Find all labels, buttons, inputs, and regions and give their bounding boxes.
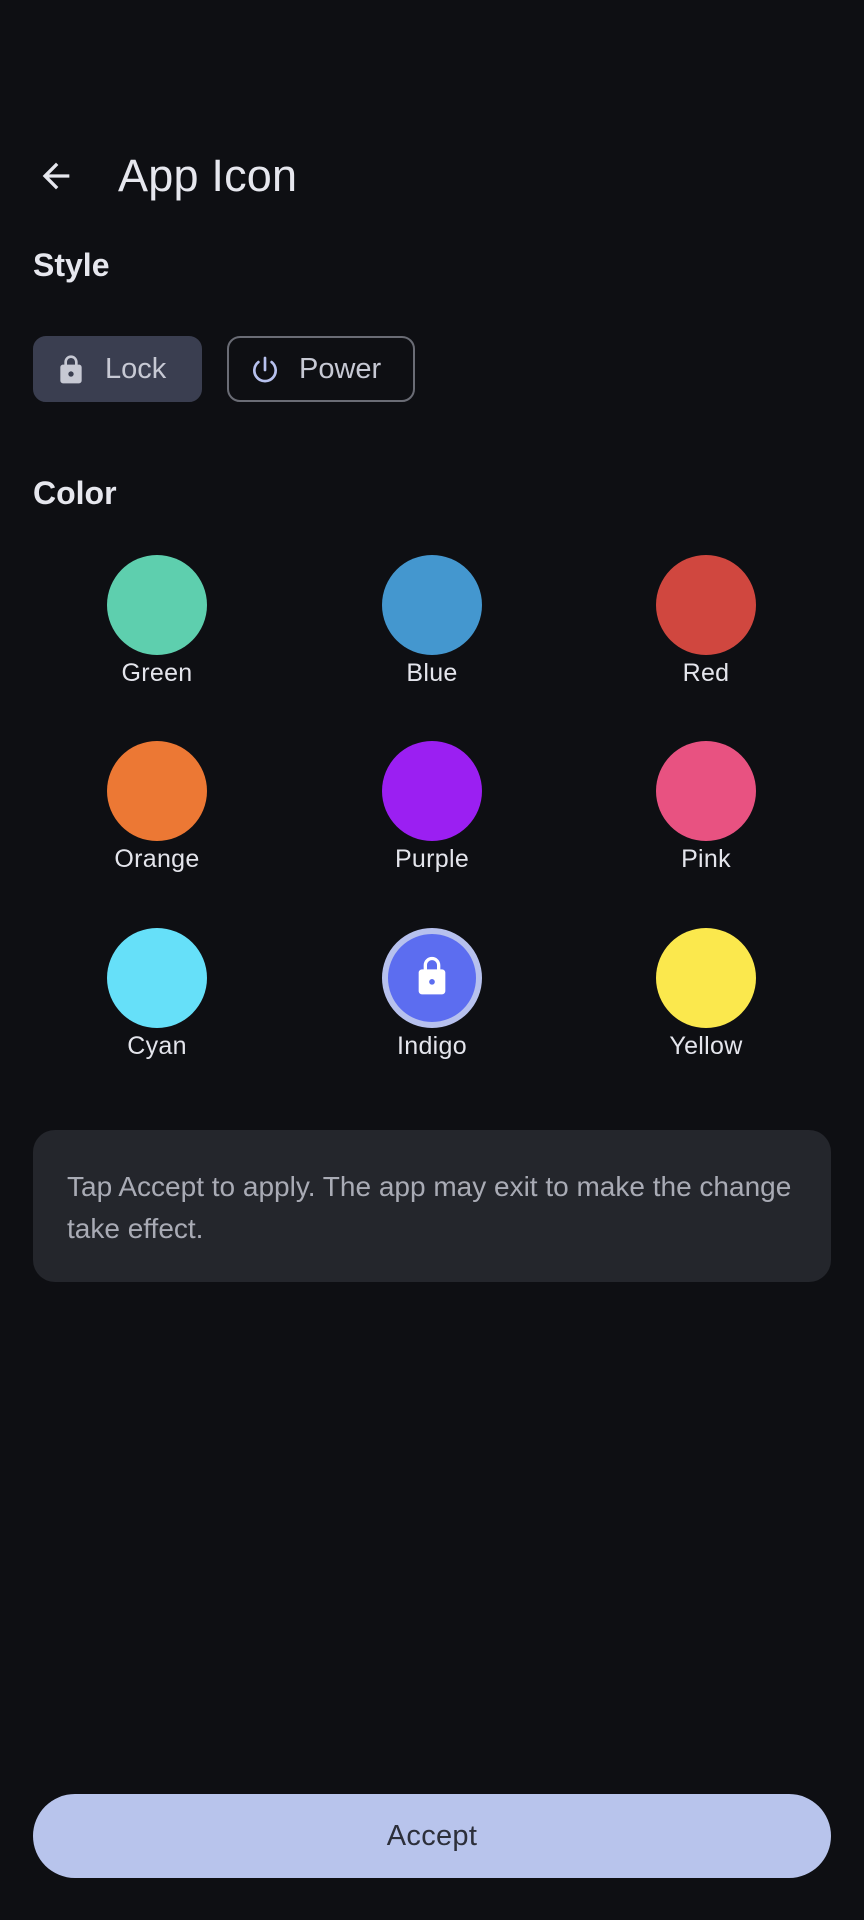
style-chip-power-label: Power [299, 353, 382, 385]
color-label: Yellow [669, 1032, 743, 1060]
app-icon-screen: App Icon Style Lock Power Color Green Bl… [0, 0, 864, 1920]
color-option-pink[interactable]: Pink [606, 741, 806, 891]
color-label: Orange [114, 845, 200, 873]
power-icon [253, 356, 277, 383]
color-label: Pink [681, 845, 731, 873]
color-label: Purple [394, 845, 470, 873]
style-chip-lock[interactable]: Lock [33, 336, 202, 402]
color-swatch [382, 928, 482, 1028]
color-option-cyan[interactable]: Cyan [57, 928, 257, 1078]
color-label: Red [682, 659, 730, 687]
style-chip-power[interactable]: Power [227, 336, 415, 402]
color-swatch [107, 741, 207, 841]
color-option-green[interactable]: Green [57, 555, 257, 705]
color-swatch [656, 928, 756, 1028]
color-swatch [107, 555, 207, 655]
style-chip-lock-label: Lock [105, 353, 167, 385]
color-section-title: Color [33, 475, 117, 511]
lock-icon [60, 355, 82, 384]
back-button[interactable] [28, 148, 84, 204]
top-app-bar: App Icon [0, 140, 864, 212]
color-swatch [656, 555, 756, 655]
color-option-blue[interactable]: Blue [332, 555, 532, 705]
color-option-orange[interactable]: Orange [57, 741, 257, 891]
color-swatch [382, 741, 482, 841]
style-section-title: Style [33, 247, 110, 283]
page-title: App Icon [118, 150, 298, 201]
color-option-purple[interactable]: Purple [332, 741, 532, 891]
color-swatch [656, 741, 756, 841]
color-option-yellow[interactable]: Yellow [606, 928, 806, 1078]
accept-button[interactable]: Accept [33, 1794, 831, 1878]
color-swatch [382, 555, 482, 655]
arrow-back-icon [42, 162, 70, 190]
selected-lock-icon [418, 956, 446, 995]
color-label: Green [121, 659, 193, 687]
color-swatch [107, 928, 207, 1028]
color-label: Cyan [127, 1032, 187, 1060]
color-option-indigo[interactable]: Indigo [332, 928, 532, 1078]
color-option-red[interactable]: Red [606, 555, 806, 705]
color-label: Indigo [397, 1032, 467, 1060]
color-label: Blue [406, 659, 458, 687]
info-text: Tap Accept to apply. The app may exit to… [67, 1171, 792, 1244]
info-card: Tap Accept to apply. The app may exit to… [33, 1130, 831, 1282]
